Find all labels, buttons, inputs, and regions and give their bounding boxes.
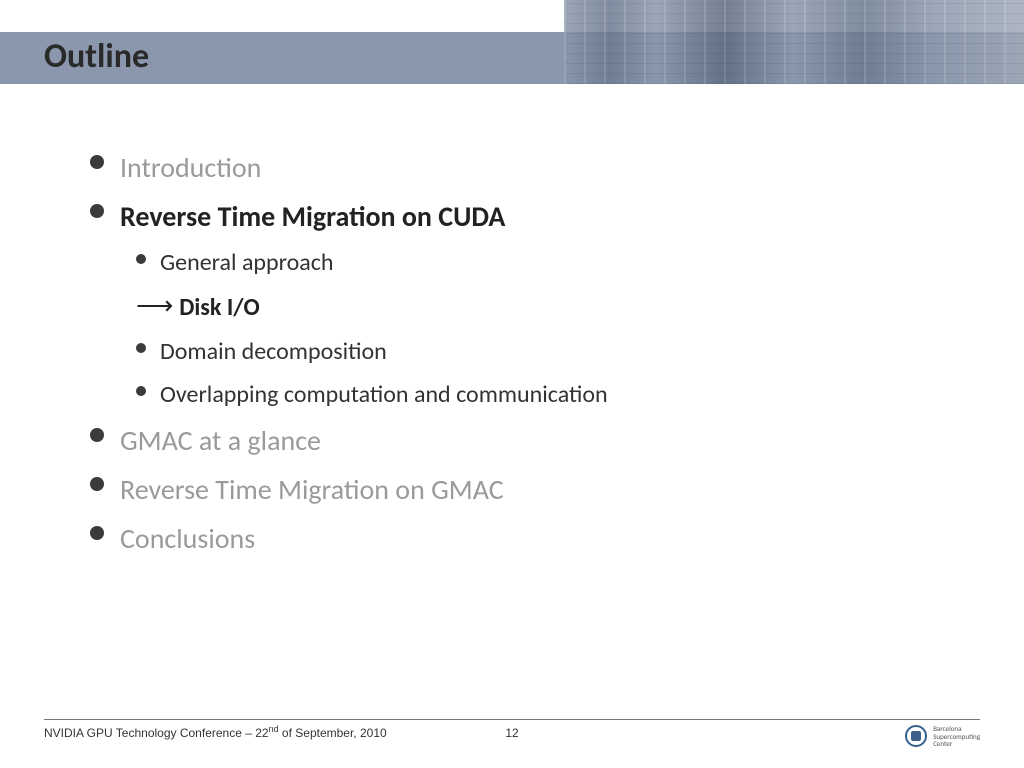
- bullet-text: Introduction: [120, 150, 261, 185]
- bullet-introduction: Introduction: [90, 150, 984, 185]
- bullet-text: Conclusions: [120, 521, 255, 556]
- logo-text: Barcelona Supercomputing Center: [933, 725, 980, 748]
- bullet-text: Overlapping computation and communicatio…: [160, 380, 608, 409]
- bullet-text: Disk I/O: [179, 293, 259, 322]
- bullet-icon: [90, 204, 104, 218]
- arrow-icon: ⟶: [136, 289, 171, 321]
- bullet-text: Reverse Time Migration on GMAC: [120, 472, 504, 507]
- bullet-icon: [90, 526, 104, 540]
- subbullet-general: General approach: [136, 248, 984, 277]
- logo-icon: [905, 725, 927, 747]
- bullet-text: General approach: [160, 248, 334, 277]
- footer-logo: Barcelona Supercomputing Center: [905, 725, 980, 748]
- bullet-icon: [136, 343, 146, 353]
- subbullet-overlap: Overlapping computation and communicatio…: [136, 380, 984, 409]
- bullet-icon: [90, 428, 104, 442]
- bullet-rtm-cuda: Reverse Time Migration on CUDA: [90, 199, 984, 234]
- subbullet-disk-io: ⟶ Disk I/O: [136, 291, 984, 323]
- slide: Outline Introduction Reverse Time Migrat…: [0, 0, 1024, 768]
- bullet-gmac: GMAC at a glance: [90, 423, 984, 458]
- header-collage: [564, 0, 1024, 84]
- bullet-icon: [90, 155, 104, 169]
- bullet-text: GMAC at a glance: [120, 423, 321, 458]
- footer-page-number: 12: [0, 726, 1024, 740]
- bullet-icon: [136, 254, 146, 264]
- content-area: Introduction Reverse Time Migration on C…: [90, 150, 984, 570]
- footer-rule: [44, 719, 980, 720]
- slide-title: Outline: [44, 36, 149, 77]
- bullet-conclusions: Conclusions: [90, 521, 984, 556]
- subbullet-domain: Domain decomposition: [136, 337, 984, 366]
- logo-line3: Center: [933, 740, 980, 748]
- bullet-icon: [90, 477, 104, 491]
- bullet-rtm-gmac: Reverse Time Migration on GMAC: [90, 472, 984, 507]
- bullet-text: Domain decomposition: [160, 337, 387, 366]
- bullet-text: Reverse Time Migration on CUDA: [120, 199, 505, 234]
- bullet-icon: [136, 386, 146, 396]
